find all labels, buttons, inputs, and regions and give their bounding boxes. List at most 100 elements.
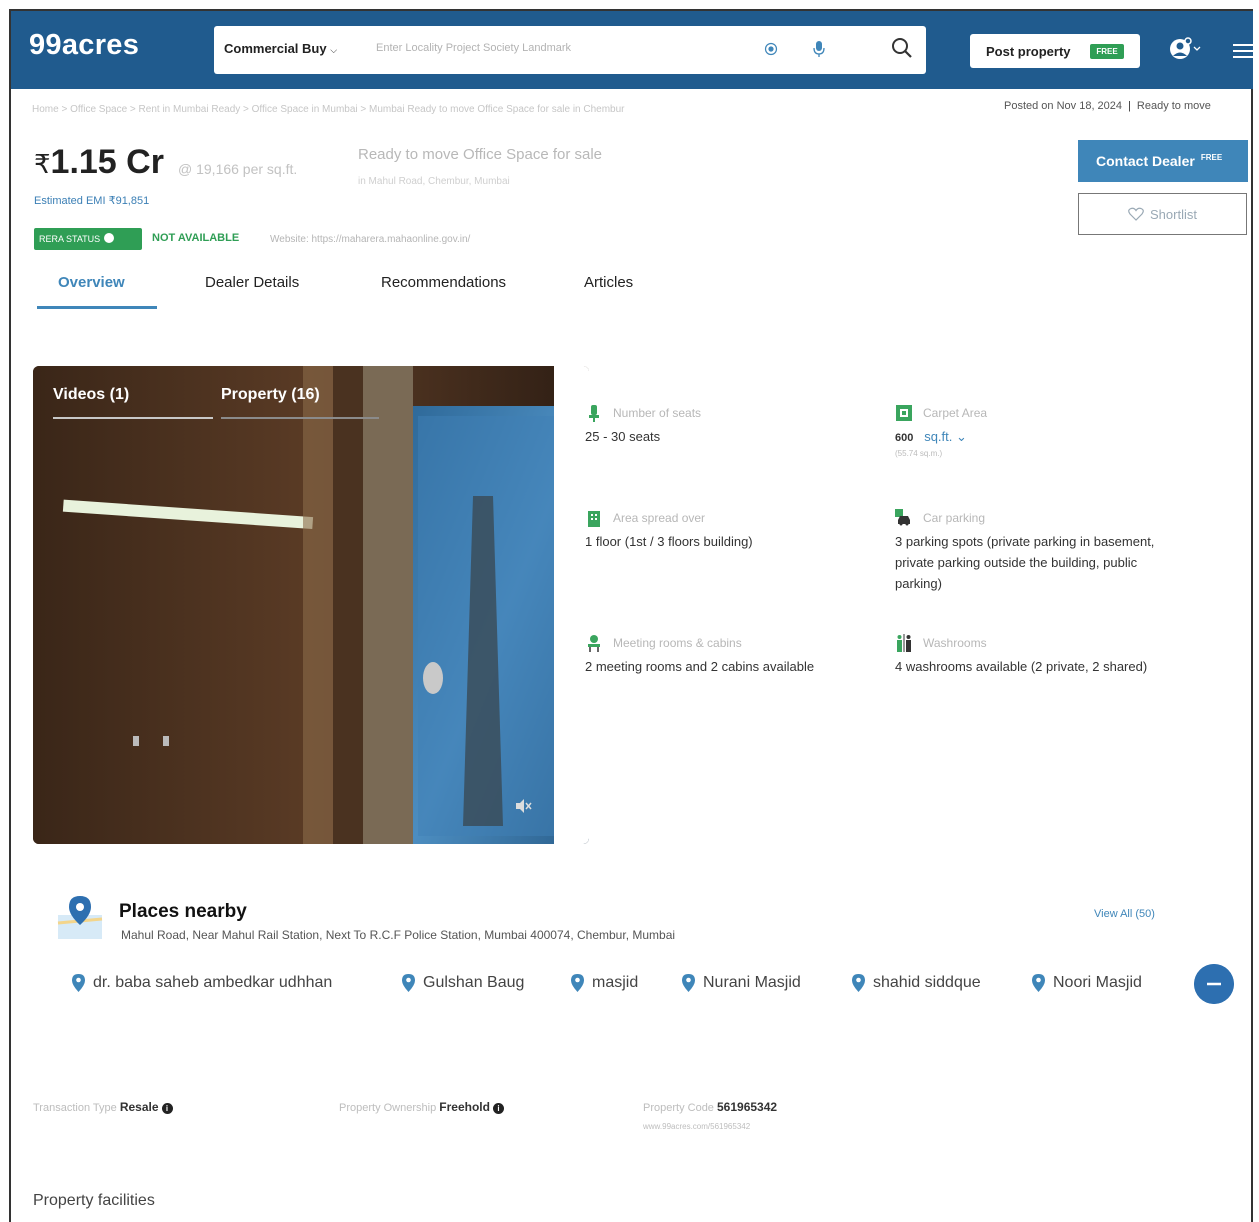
place-name: Gulshan Baug (423, 974, 525, 991)
search-icon[interactable] (890, 36, 914, 60)
property-video-player[interactable] (33, 366, 589, 844)
spec-meeting-rooms: Meeting rooms & cabins 2 meeting rooms a… (585, 634, 875, 677)
shortlist-label: Shortlist (1150, 207, 1197, 222)
spec-seats: Number of seats 25 - 30 seats (585, 404, 875, 447)
post-property-button[interactable]: Post property FREE (970, 34, 1140, 68)
place-chip[interactable]: Gulshan Baug (402, 974, 524, 992)
tab-overview[interactable]: Overview (58, 274, 125, 291)
place-chip[interactable]: masjid (571, 974, 638, 992)
place-name: masjid (592, 974, 639, 991)
ownership-value: Freehold (439, 1100, 490, 1114)
user-account-icon[interactable] (1168, 36, 1204, 62)
area-unit: sq.ft. (924, 429, 953, 444)
posted-on-text: Posted on Nov 18, 2024 (1004, 100, 1123, 112)
car-icon (895, 509, 910, 526)
carpet-area-sqm: (55.74 sq.m.) (895, 449, 943, 458)
videos-tab-underline (53, 417, 213, 419)
transaction-type-label: Transaction Type (33, 1102, 117, 1114)
ready-status-text: Ready to move (1136, 100, 1211, 112)
heart-icon (1128, 207, 1144, 221)
tab-videos[interactable]: Videos (1) (53, 386, 129, 404)
price-value: 1.15 Cr (50, 143, 164, 181)
post-property-label: Post property (986, 44, 1071, 59)
divider: | (1128, 100, 1131, 112)
property-facilities-heading: Property facilities (33, 1192, 155, 1209)
listing-subtitle: in Mahul Road, Chembur, Mumbai (358, 176, 510, 187)
hamburger-menu-icon[interactable] (1233, 43, 1253, 59)
rera-website[interactable]: Website: https://maharera.mahaonline.gov… (270, 234, 470, 245)
place-name: shahid siddque (873, 974, 981, 991)
info-icon[interactable] (104, 233, 115, 243)
carpet-area-value: 600 (895, 432, 914, 444)
location-pin-icon (852, 974, 865, 992)
chevron-down-icon: ⌵ (330, 45, 338, 55)
floors-value: 1 floor (1st / 3 floors building) (585, 534, 753, 549)
estimated-emi-link[interactable]: Estimated EMI ₹91,851 (34, 194, 149, 207)
place-chip[interactable]: Nurani Masjid (682, 974, 801, 992)
washroom-icon (897, 634, 911, 652)
spec-car-parking: Car parking 3 parking spots (private par… (895, 509, 1175, 594)
spec-carpet-area: Carpet Area 600 sq.ft. ⌄ (55.74 sq.m.) (895, 404, 1175, 458)
tab-dealer-details[interactable]: Dealer Details (205, 274, 299, 291)
spec-washrooms: Washrooms 4 washrooms available (2 priva… (895, 634, 1175, 677)
places-nearby-title: Places nearby (119, 901, 247, 922)
rera-value: NOT AVAILABLE (152, 232, 240, 244)
mute-icon[interactable] (513, 796, 533, 816)
transaction-type-value: Resale (119, 1100, 159, 1114)
meeting-icon (588, 635, 600, 652)
location-pin-icon (1032, 974, 1045, 992)
price: ₹1.15 Cr (34, 143, 164, 182)
listing-title: Ready to move Office Space for sale (358, 146, 603, 163)
meeting-rooms-label: Meeting rooms & cabins (613, 636, 742, 650)
video-frame-image (33, 366, 589, 844)
building-icon (588, 511, 600, 527)
seats-value: 25 - 30 seats (585, 429, 661, 444)
location-pin-icon (402, 974, 415, 992)
car-parking-label: Car parking (923, 511, 986, 525)
tab-articles[interactable]: Articles (584, 274, 633, 291)
washrooms-value: 4 washrooms available (2 private, 2 shar… (895, 659, 1148, 674)
place-chip[interactable]: shahid siddque (852, 974, 981, 992)
view-all-link[interactable]: View All (50) (1094, 908, 1155, 920)
info-icon[interactable]: i (161, 1103, 173, 1114)
tab-property-photos[interactable]: Property (16) (221, 386, 320, 404)
place-chip[interactable]: dr. baba saheb ambedkar udhhan (72, 974, 332, 992)
location-pin-icon (72, 974, 85, 992)
places-address: Mahul Road, Near Mahul Rail Station, Nex… (121, 928, 676, 942)
active-tab-indicator (37, 306, 157, 309)
info-icon[interactable]: i (492, 1103, 504, 1114)
seat-icon (589, 405, 599, 422)
property-code-url[interactable]: www.99acres.com/561965342 (643, 1122, 750, 1131)
contact-dealer-label: Contact Dealer (1096, 153, 1195, 169)
carpet-area-label: Carpet Area (923, 406, 988, 420)
washrooms-label: Washrooms (923, 636, 987, 650)
location-target-icon[interactable] (764, 42, 778, 56)
place-name: dr. baba saheb ambedkar udhhan (93, 974, 333, 991)
microphone-icon[interactable] (812, 40, 826, 58)
search-input[interactable]: Enter Locality Project Society Landmark (376, 42, 571, 54)
breadcrumb[interactable]: Home > Office Space > Rent in Mumbai Rea… (32, 104, 625, 115)
price-per-sqft: @ 19,166 per sq.ft. (178, 161, 298, 177)
site-logo[interactable]: 99acres (29, 29, 139, 62)
ownership-label: Property Ownership (339, 1102, 437, 1114)
tab-recommendations[interactable]: Recommendations (381, 274, 506, 291)
floors-label: Area spread over (613, 511, 706, 525)
meeting-rooms-value: 2 meeting rooms and 2 cabins available (585, 659, 815, 674)
free-tag: FREE (1200, 153, 1223, 163)
location-pin-icon (571, 974, 584, 992)
transaction-type: Transaction Type Resale i (33, 1100, 173, 1114)
place-name: Noori Masjid (1053, 974, 1142, 991)
arrow-right-icon[interactable] (1194, 964, 1234, 1004)
map-pin-icon (57, 896, 103, 939)
place-name: Nurani Masjid (703, 974, 801, 991)
photos-tab-underline (221, 417, 379, 419)
search-type-dropdown[interactable]: Commercial Buy ⌵ (224, 41, 337, 56)
area-unit-dropdown[interactable]: sq.ft. ⌄ (924, 429, 967, 444)
shortlist-button[interactable]: Shortlist (1078, 193, 1247, 235)
property-code: Property Code 561965342 (643, 1100, 777, 1114)
property-ownership: Property Ownership Freehold i (339, 1100, 504, 1114)
contact-dealer-button[interactable]: Contact Dealer FREE (1078, 140, 1248, 182)
chevron-down-icon: ⌄ (956, 429, 967, 444)
free-badge: FREE (1090, 44, 1124, 59)
place-chip[interactable]: Noori Masjid (1032, 974, 1142, 992)
